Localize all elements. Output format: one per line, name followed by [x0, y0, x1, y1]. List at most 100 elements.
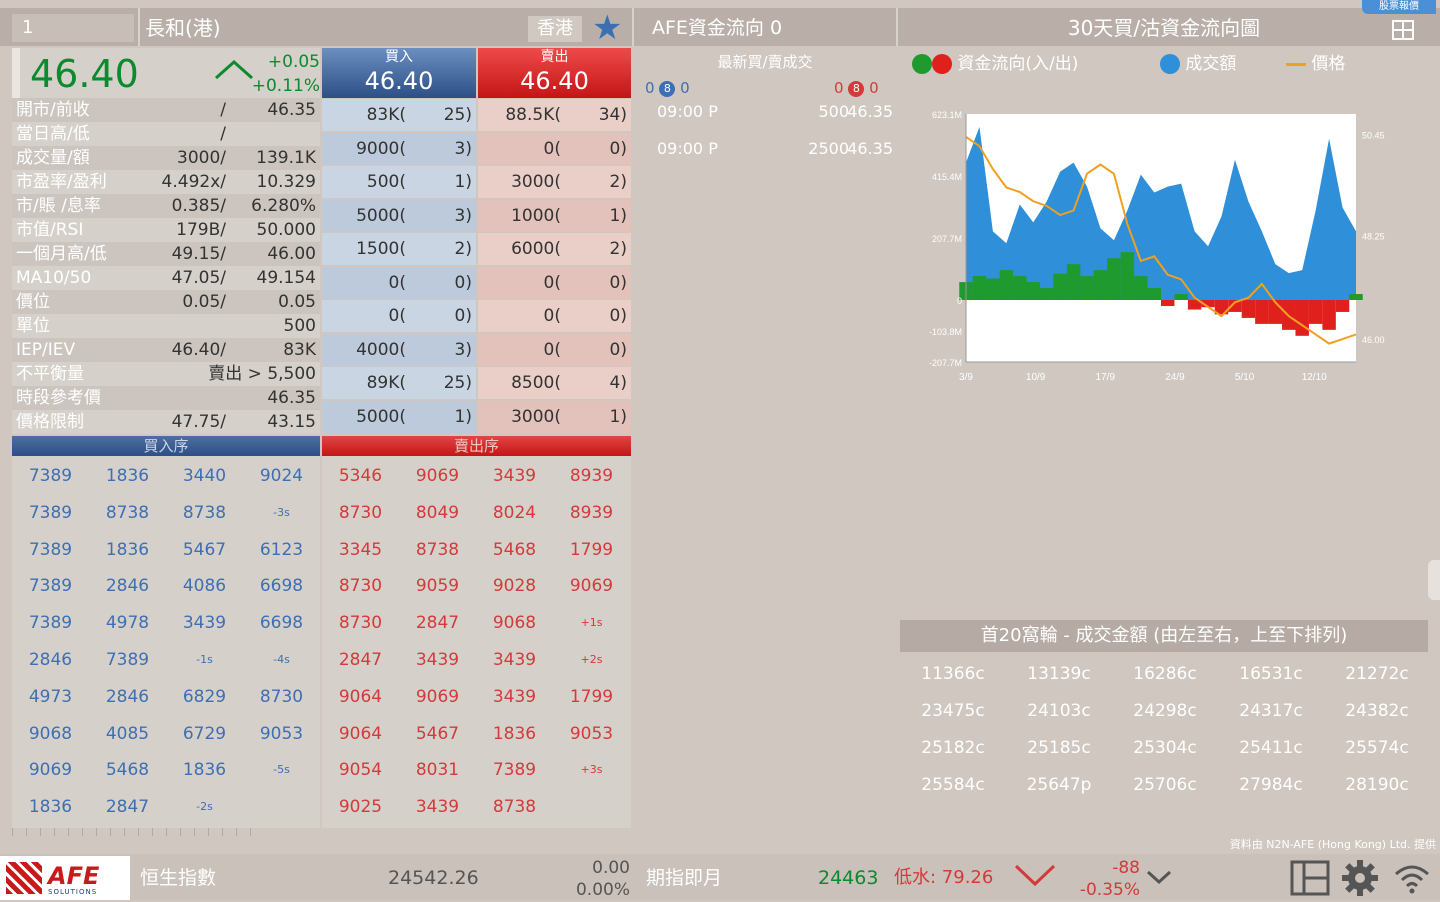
bid-queue-broker[interactable]: 9024	[243, 458, 320, 494]
side-drawer-handle[interactable]	[1428, 560, 1440, 600]
top20-warrant[interactable]: 23475c	[900, 693, 1006, 730]
top20-warrant[interactable]: 27984c	[1218, 767, 1324, 804]
top20-warrant[interactable]: 24298c	[1112, 693, 1218, 730]
stock-code-input[interactable]: 1	[12, 14, 134, 42]
bid-queue-broker[interactable]: -5s	[243, 752, 320, 788]
top20-warrant[interactable]: 24317c	[1218, 693, 1324, 730]
ask-queue-broker[interactable]: 9069	[399, 458, 476, 494]
bid-level[interactable]: 500(1)	[322, 166, 476, 198]
top20-warrant[interactable]: 25182c	[900, 730, 1006, 767]
bid-queue-broker[interactable]: 1836	[89, 532, 166, 568]
bid-queue-broker[interactable]: 7389	[12, 568, 89, 604]
ask-queue-broker[interactable]: 8730	[322, 495, 399, 531]
layout-icon[interactable]	[1290, 860, 1330, 896]
bid-queue-broker[interactable]: 8738	[89, 495, 166, 531]
ask-queue-broker[interactable]: 3439	[399, 642, 476, 678]
ask-level[interactable]: 6000(2)	[478, 233, 631, 265]
bid-queue-broker[interactable]: 9053	[243, 716, 320, 752]
bid-queue-broker[interactable]: 9068	[12, 716, 89, 752]
ask-queue-broker[interactable]: 9069	[399, 679, 476, 715]
top20-warrant[interactable]: 25647p	[1006, 767, 1112, 804]
bid-queue-broker[interactable]: 4973	[12, 679, 89, 715]
ask-queue-broker[interactable]: 2847	[322, 642, 399, 678]
bid-queue-broker[interactable]: 6698	[243, 605, 320, 641]
bid-queue-broker[interactable]: 2846	[12, 642, 89, 678]
ask-queue-broker[interactable]: 3439	[476, 458, 553, 494]
top20-warrant[interactable]: 13139c	[1006, 656, 1112, 693]
ask-level[interactable]: 88.5K(34)	[478, 99, 631, 131]
ask-queue-broker[interactable]: 8738	[476, 789, 553, 825]
bid-queue-broker[interactable]: 8730	[243, 679, 320, 715]
market-button[interactable]: 香港	[528, 16, 582, 42]
ask-queue-broker[interactable]: 9064	[322, 716, 399, 752]
top20-warrant[interactable]: 25304c	[1112, 730, 1218, 767]
top20-warrant[interactable]: 11366c	[900, 656, 1006, 693]
bid-queue-broker[interactable]: 7389	[12, 605, 89, 641]
ask-level[interactable]: 1000(1)	[478, 199, 631, 232]
ask-queue-broker[interactable]: 9069	[553, 568, 630, 604]
ask-queue-broker[interactable]: 9028	[476, 568, 553, 604]
bid-queue-broker[interactable]	[243, 789, 320, 825]
ask-queue-broker[interactable]: 3439	[476, 679, 553, 715]
bid-level[interactable]: 89K(25)	[322, 367, 476, 399]
bid-queue-broker[interactable]: 7389	[12, 532, 89, 568]
bid-queue-broker[interactable]: 8738	[166, 495, 243, 531]
ask-queue-broker[interactable]: 9054	[322, 752, 399, 788]
top20-warrant[interactable]: 25706c	[1112, 767, 1218, 804]
bid-level[interactable]: 9000(3)	[322, 132, 476, 165]
top20-warrant[interactable]: 25574c	[1324, 730, 1430, 767]
bid-queue-broker[interactable]: 6829	[166, 679, 243, 715]
bid-queue-broker[interactable]: 2847	[89, 789, 166, 825]
bid-queue-broker[interactable]: 1836	[166, 752, 243, 788]
bid-queue-broker[interactable]: 2846	[89, 568, 166, 604]
ask-level[interactable]: 8500(4)	[478, 367, 631, 399]
bid-queue-broker[interactable]: 9069	[12, 752, 89, 788]
bid-queue-broker[interactable]: 7389	[12, 458, 89, 494]
ask-queue-broker[interactable]: 9068	[476, 605, 553, 641]
bid-level[interactable]: 0(0)	[322, 300, 476, 332]
bid-level[interactable]: 0(0)	[322, 266, 476, 299]
ask-queue-broker[interactable]: 2847	[399, 605, 476, 641]
ask-queue-broker[interactable]: +2s	[553, 642, 630, 678]
bid-level[interactable]: 4000(3)	[322, 333, 476, 366]
ask-queue-broker[interactable]: 8730	[322, 605, 399, 641]
ask-queue-broker[interactable]: 9064	[322, 679, 399, 715]
bid-queue-broker[interactable]: -2s	[166, 789, 243, 825]
ask-queue-broker[interactable]: 9053	[553, 716, 630, 752]
ask-queue-broker[interactable]: +3s	[553, 752, 630, 788]
bid-queue-broker[interactable]: 3440	[166, 458, 243, 494]
ask-queue-broker[interactable]: 5468	[476, 532, 553, 568]
ask-queue-broker[interactable]: +1s	[553, 605, 630, 641]
gear-icon[interactable]	[1340, 858, 1380, 898]
bid-queue-broker[interactable]: -3s	[243, 495, 320, 531]
bid-queue-broker[interactable]: -1s	[166, 642, 243, 678]
chevron-down-icon[interactable]	[1146, 868, 1172, 886]
bid-level[interactable]: 5000(1)	[322, 400, 476, 433]
ask-level[interactable]: 0(0)	[478, 300, 631, 332]
ask-level[interactable]: 3000(2)	[478, 166, 631, 198]
top20-warrant[interactable]: 16286c	[1112, 656, 1218, 693]
bid-queue-broker[interactable]: 6123	[243, 532, 320, 568]
ask-queue-broker[interactable]: 8031	[399, 752, 476, 788]
bid-level[interactable]: 5000(3)	[322, 199, 476, 232]
favorite-star-icon[interactable]: ★	[592, 10, 622, 46]
layout-grid-icon[interactable]	[1392, 20, 1414, 40]
bid-queue-broker[interactable]: 1836	[12, 789, 89, 825]
bid-level[interactable]: 1500(2)	[322, 233, 476, 265]
ask-level[interactable]: 0(0)	[478, 132, 631, 165]
bid-queue-broker[interactable]: 5467	[166, 532, 243, 568]
ask-queue-broker[interactable]: 3439	[399, 789, 476, 825]
ask-queue-broker[interactable]	[553, 789, 630, 825]
top20-warrant[interactable]: 21272c	[1324, 656, 1430, 693]
bid-queue-broker[interactable]: 6729	[166, 716, 243, 752]
bid-queue-broker[interactable]: 4978	[89, 605, 166, 641]
ask-queue-broker[interactable]: 1799	[553, 532, 630, 568]
ask-queue-broker[interactable]: 5346	[322, 458, 399, 494]
top20-warrant[interactable]: 25584c	[900, 767, 1006, 804]
ask-queue-broker[interactable]: 3439	[476, 642, 553, 678]
ask-queue-broker[interactable]: 8049	[399, 495, 476, 531]
ask-level[interactable]: 3000(1)	[478, 400, 631, 433]
quote-mode-badge[interactable]: 股票報價	[1362, 0, 1436, 14]
ask-queue-broker[interactable]: 8939	[553, 458, 630, 494]
top20-warrant[interactable]: 24103c	[1006, 693, 1112, 730]
